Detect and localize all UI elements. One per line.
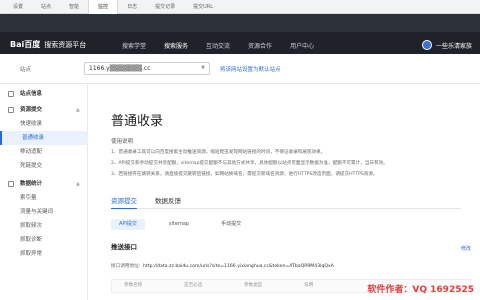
content-tabs: 资源提交 数据反馈 <box>111 193 461 209</box>
sidebar-item-label: 快速收录 <box>20 121 43 127</box>
api-url[interactable]: http://data.zz.baidu.com/urls?site=1166.… <box>143 264 334 269</box>
table-header-cell: 是否必选 <box>184 283 203 288</box>
window-tab[interactable]: 提交记录 <box>146 0 184 14</box>
sidebar: 站点信息 资源提交 ▲ 快速收录 普通收录 移动适配 死链提交 数据统计 ▲ 索… <box>0 85 88 300</box>
main-content: 普通收录 使用说明 1、普通收录工具可以向百度搜索主动推送资源，缩短爬虫发现网站… <box>89 85 480 300</box>
window-tab-active[interactable]: 监控 <box>88 0 119 14</box>
sidebar-item-mobile-adapt[interactable]: 移动适配 <box>0 145 88 159</box>
user-menu[interactable]: 一些乐清家族 <box>421 40 472 50</box>
logo-brand: Bai百度 <box>10 40 41 49</box>
chart-icon <box>8 181 14 187</box>
table-header-cell: 参数类型 <box>244 283 263 288</box>
subtab-api[interactable]: API提交 <box>111 219 145 230</box>
sidebar-item-label: 抓取异常 <box>20 251 43 257</box>
sidebar-item-label: 数据统计 <box>20 181 43 187</box>
window-tab[interactable]: 站点 <box>32 0 60 14</box>
sidebar-item-index-volume[interactable]: 索引量 <box>0 191 88 205</box>
logo-subtitle: 搜索资源平台 <box>44 40 87 49</box>
sidebar-item-traffic-keywords[interactable]: 流量与关键词 <box>0 205 88 219</box>
sidebar-item-label: 站点信息 <box>20 91 43 97</box>
sidebar-group-site-info[interactable]: 站点信息 <box>0 87 88 101</box>
sidebar-item-label: 抓取诊断 <box>20 237 43 243</box>
site-selector-bar: 站点 1166.y▒▒▒▒▒▒▒.cc ▼ 将该网站设置为默认站点 <box>0 54 480 84</box>
sidebar-item-label: 移动适配 <box>20 149 43 155</box>
usage-line: 2、API提交和手动提交共享配额，sitemap提交配额不与其他方式共享，具体配… <box>111 161 388 166</box>
baidu-logo[interactable]: Bai百度 搜索资源平台 <box>10 39 86 50</box>
sidebar-item-crawl-frequency[interactable]: 抓取频次 <box>0 219 88 233</box>
modify-link[interactable]: 修改 <box>461 245 471 252</box>
sidebar-item-label: 索引量 <box>20 195 37 201</box>
chevron-up-icon: ▲ <box>76 107 80 113</box>
avatar <box>421 40 432 50</box>
sidebar-item-crawl-errors[interactable]: 抓取异常 <box>0 247 88 261</box>
window-tab[interactable]: 日志 <box>118 0 146 14</box>
sidebar-item-normal-index[interactable]: 普通收录 <box>0 131 88 145</box>
tab-data-feedback[interactable]: 数据反馈 <box>155 193 181 208</box>
section-title: 推送接口 <box>111 243 137 251</box>
sidebar-item-label: 抓取频次 <box>20 223 43 229</box>
usage-line: 1、普通收录工具可以向百度搜索主动推送资源，缩短爬虫发现网站链接的时间，不保证收… <box>111 150 326 155</box>
sidebar-item-label: 资源提交 <box>20 107 43 113</box>
submit-method-tabs: API提交 sitemap 手动提交 <box>111 219 265 230</box>
sidebar-item-crawl-diagnosis[interactable]: 抓取诊断 <box>0 233 88 247</box>
site-header: Bai百度 搜索资源平台 搜索学堂 搜索服务 互动交流 资源合作 用户中心 一些… <box>0 14 480 54</box>
window-tab[interactable]: 提交URL <box>184 0 222 14</box>
sidebar-item-fast-index[interactable]: 快速收录 <box>0 117 88 131</box>
window-tab[interactable]: 智能 <box>60 0 88 14</box>
window-tab-bar: 设置 站点 智能 监控 日志 提交记录 提交URL <box>0 0 480 14</box>
table-header-cell: 参数名称 <box>124 283 143 288</box>
table-header-cell: 说明 <box>304 283 314 288</box>
sidebar-group-data-stats[interactable]: 数据统计 ▲ <box>0 177 88 191</box>
api-label: 接口调用地址： <box>111 264 144 269</box>
set-default-site-link[interactable]: 将该网站设置为默认站点 <box>220 65 281 73</box>
subtab-manual[interactable]: 手动提交 <box>213 219 249 230</box>
sidebar-group-resource-submit[interactable]: 资源提交 ▲ <box>0 103 88 117</box>
upload-icon <box>8 107 14 113</box>
chevron-up-icon: ▲ <box>76 181 80 187</box>
window-tab[interactable]: 设置 <box>4 0 32 14</box>
site-select-value: 1166.y▒▒▒▒▒▒▒.cc <box>89 65 151 72</box>
site-icon <box>8 91 14 97</box>
page-title: 普通收录 <box>111 114 164 129</box>
sidebar-item-deadlink[interactable]: 死链提交 <box>0 159 88 173</box>
user-name: 一些乐清家族 <box>435 42 472 50</box>
sidebar-item-label: 流量与关键词 <box>20 209 54 215</box>
usage-heading: 使用说明 <box>111 139 134 145</box>
subtab-sitemap[interactable]: sitemap <box>161 219 197 230</box>
sidebar-item-label: 普通收录 <box>22 135 45 141</box>
site-label: 站点 <box>20 67 32 73</box>
chevron-down-icon: ▼ <box>201 65 205 71</box>
sidebar-item-label: 死链提交 <box>20 163 43 169</box>
tab-resource-submit[interactable]: 资源提交 <box>111 193 137 209</box>
api-address: 接口调用地址：http://data.zz.baidu.com/urls?sit… <box>111 263 334 269</box>
author-watermark: 软件作者：VQ 1692525 <box>367 285 474 295</box>
usage-line: 3、若链接存在跳转关系，请直接提交跳转后链接。如网站换域名，需提交新域名资源；进… <box>111 172 378 177</box>
site-select[interactable]: 1166.y▒▒▒▒▒▒▒.cc ▼ <box>84 62 210 75</box>
